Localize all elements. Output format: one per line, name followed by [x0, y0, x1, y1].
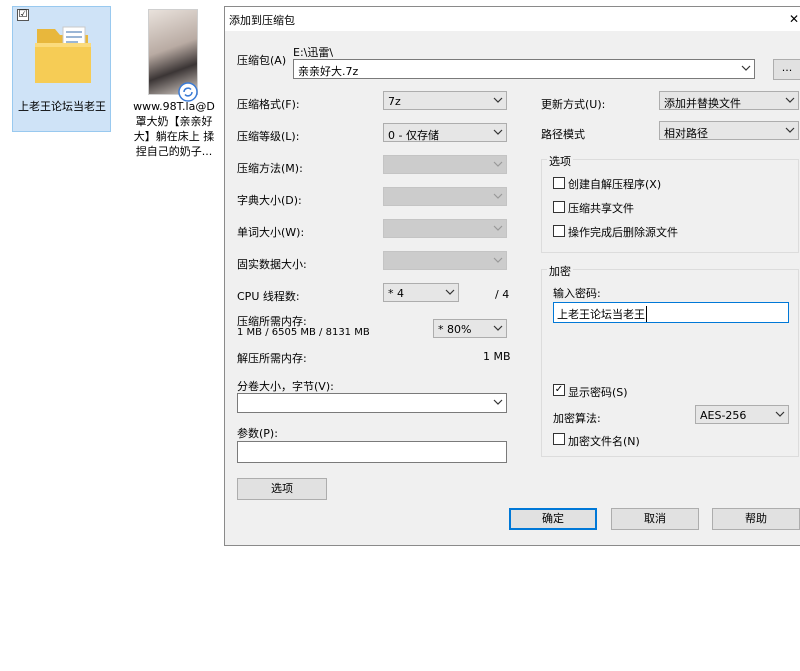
- archive-label: 压缩包(A): [237, 54, 287, 67]
- word-label: 单词大小(W):: [237, 226, 305, 239]
- archive-path: E:\迅雷\: [293, 46, 334, 59]
- update-mode-value: 添加并替换文件: [664, 97, 741, 110]
- cpu-label: CPU 线程数:: [237, 290, 300, 303]
- path-mode-select[interactable]: 相对路径: [659, 121, 799, 140]
- chevron-down-icon: [785, 127, 795, 133]
- split-label: 分卷大小，字节(V):: [237, 380, 334, 393]
- sync-badge-icon: [178, 82, 198, 102]
- cpu-value: * 4: [388, 287, 404, 300]
- file-label-line3: 大】躺在床上 揉: [133, 130, 215, 143]
- close-icon[interactable]: ✕: [789, 12, 799, 26]
- shared-checkbox[interactable]: [553, 201, 565, 213]
- split-size-combo[interactable]: [237, 393, 507, 413]
- selection-checkbox[interactable]: ☑: [17, 9, 29, 21]
- solid-select[interactable]: [383, 251, 507, 270]
- browse-button[interactable]: ...: [773, 59, 800, 80]
- mem-select[interactable]: * 80%: [433, 319, 507, 338]
- path-mode-value: 相对路径: [664, 127, 708, 140]
- chevron-down-icon: [785, 97, 795, 103]
- dialog-title: 添加到压缩包: [229, 14, 295, 27]
- desktop-folder-item[interactable]: ☑ 上老王论坛当老王: [12, 6, 111, 132]
- encryption-group-title: 加密: [547, 263, 573, 279]
- file-label-line4: 捏自己的奶子...: [135, 145, 213, 158]
- dict-select[interactable]: [383, 187, 507, 206]
- chevron-down-icon: [445, 289, 455, 295]
- show-password-checkbox[interactable]: ✓: [553, 384, 565, 396]
- encrypt-names-label[interactable]: 加密文件名(N): [568, 433, 640, 449]
- solid-label: 固实数据大小:: [237, 258, 307, 271]
- mem-value: * 80%: [438, 323, 472, 336]
- chevron-down-icon: [493, 161, 503, 167]
- params-input[interactable]: [237, 441, 507, 463]
- shared-label[interactable]: 压缩共享文件: [568, 200, 634, 216]
- delete-checkbox[interactable]: [553, 225, 565, 237]
- folder-label: 上老王论坛当老王: [18, 100, 106, 113]
- update-mode-select[interactable]: 添加并替换文件: [659, 91, 799, 110]
- dialog-titlebar[interactable]: 添加到压缩包 ✕: [225, 7, 800, 31]
- dict-label: 字典大小(D):: [237, 194, 302, 207]
- chevron-down-icon: [493, 193, 503, 199]
- cpu-select[interactable]: * 4: [383, 283, 459, 302]
- show-password-label[interactable]: 显示密码(S): [568, 384, 628, 400]
- mem-detail: 1 MB / 6505 MB / 8131 MB: [237, 327, 370, 338]
- update-mode-label: 更新方式(U):: [541, 98, 606, 111]
- chevron-down-icon: [493, 97, 503, 103]
- decomp-value: 1 MB: [483, 350, 511, 363]
- archive-name-value: 亲亲好大.7z: [298, 65, 359, 78]
- chevron-down-icon: [775, 411, 785, 417]
- format-label: 压缩格式(F):: [237, 98, 300, 111]
- level-value: 0 - 仅存储: [388, 129, 439, 142]
- add-to-archive-dialog: 添加到压缩包 ✕ 压缩包(A) E:\迅雷\ 亲亲好大.7z ... 压缩格式(…: [224, 6, 800, 546]
- chevron-down-icon: [493, 129, 503, 135]
- method-label: 压缩方法(M):: [237, 162, 303, 175]
- format-select[interactable]: 7z: [383, 91, 507, 110]
- decomp-label: 解压所需内存:: [237, 352, 307, 365]
- password-input[interactable]: 上老王论坛当老王: [553, 302, 789, 323]
- sfx-label[interactable]: 创建自解压程序(X): [568, 176, 661, 192]
- params-label: 参数(P):: [237, 427, 278, 440]
- encrypt-names-checkbox[interactable]: [553, 433, 565, 445]
- encryption-method-label: 加密算法:: [553, 412, 601, 425]
- help-button[interactable]: 帮助: [712, 508, 800, 530]
- method-select[interactable]: [383, 155, 507, 174]
- password-label: 输入密码:: [553, 287, 601, 300]
- chevron-down-icon: [493, 399, 503, 405]
- folder-icon: [35, 26, 91, 83]
- options-group-title: 选项: [547, 153, 573, 169]
- path-mode-label: 路径模式: [541, 128, 585, 141]
- cpu-total: / 4: [495, 288, 510, 301]
- word-select[interactable]: [383, 219, 507, 238]
- options-button[interactable]: 选项: [237, 478, 327, 500]
- encryption-method-select[interactable]: AES-256: [695, 405, 789, 424]
- cancel-button[interactable]: 取消: [611, 508, 699, 530]
- password-value: 上老王论坛当老王: [557, 306, 647, 322]
- chevron-down-icon: [493, 225, 503, 231]
- desktop-file-item[interactable]: www.98T.la@D 罩大奶【亲亲好 大】躺在床上 揉 捏自己的奶子...: [128, 6, 220, 166]
- check-mark: ☑: [18, 9, 28, 20]
- encryption-method-value: AES-256: [700, 409, 747, 422]
- level-select[interactable]: 0 - 仅存储: [383, 123, 507, 142]
- chevron-down-icon: [741, 65, 751, 71]
- delete-label[interactable]: 操作完成后删除源文件: [568, 224, 678, 240]
- format-value: 7z: [388, 95, 401, 108]
- chevron-down-icon: [493, 257, 503, 263]
- archive-name-combo[interactable]: 亲亲好大.7z: [293, 59, 755, 79]
- sfx-checkbox[interactable]: [553, 177, 565, 189]
- level-label: 压缩等级(L):: [237, 130, 300, 143]
- file-label-line1: www.98T.la@D: [133, 100, 215, 113]
- chevron-down-icon: [493, 325, 503, 331]
- file-label-line2: 罩大奶【亲亲好: [135, 115, 213, 128]
- ok-button[interactable]: 确定: [509, 508, 597, 530]
